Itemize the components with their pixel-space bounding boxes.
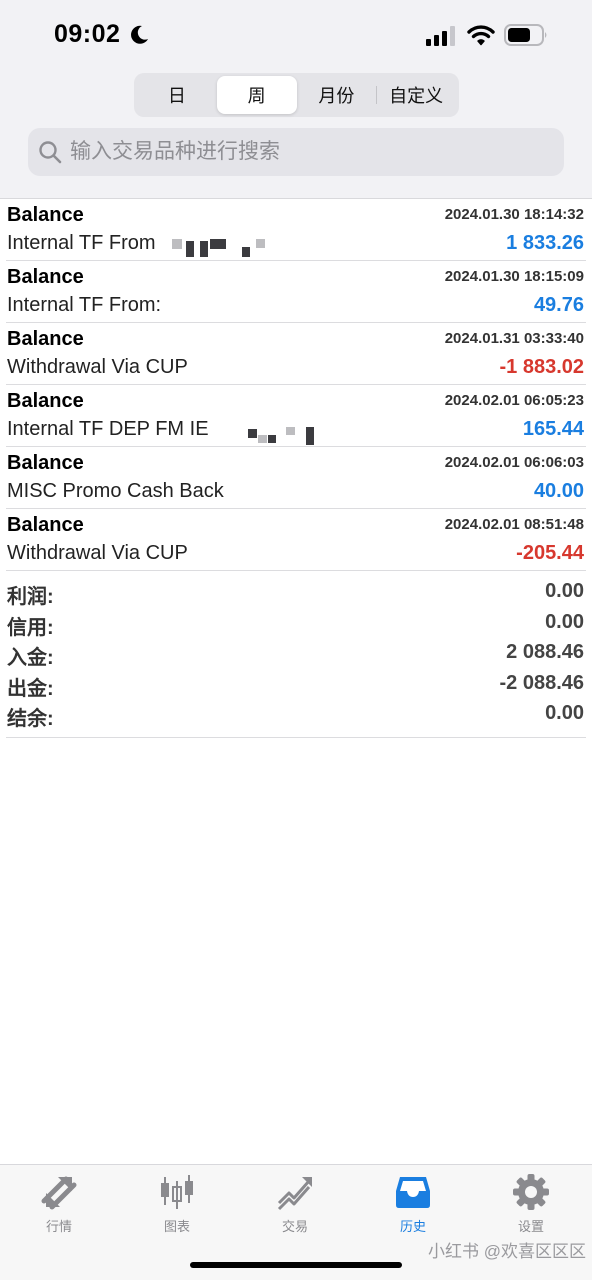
transaction-row[interactable]: Balance 2024.02.01 08:51:48 Withdrawal V… [6, 509, 586, 571]
summary-row-profit: 利润: 0.00 [6, 578, 586, 609]
summary-label: 结余: [7, 708, 54, 730]
transaction-row[interactable]: Balance 2024.01.30 18:14:32 Internal TF … [6, 199, 586, 261]
transaction-type: Balance [7, 204, 84, 226]
tab-chart[interactable]: 图表 [118, 1173, 236, 1235]
summary-value: 0.00 [545, 580, 584, 602]
transaction-row[interactable]: Balance 2024.01.31 03:33:40 Withdrawal V… [6, 323, 586, 385]
summary-label: 信用: [7, 616, 54, 639]
cellular-signal-icon [426, 26, 455, 46]
tab-quotes[interactable]: 行情 [0, 1173, 118, 1235]
summary-label: 出金: [7, 677, 54, 700]
history-inbox-icon [396, 1177, 430, 1208]
transaction-list: Balance 2024.01.30 18:14:32 Internal TF … [0, 198, 592, 571]
search-icon [39, 141, 62, 164]
tab-history[interactable]: 历史 [354, 1173, 472, 1235]
summary-row-withdrawal: 出金: -2 088.46 [6, 670, 586, 701]
account-summary: 利润: 0.00 信用: 0.00 入金: 2 088.46 出金: -2 08… [6, 578, 586, 738]
tab-label: 行情 [45, 1219, 72, 1234]
transaction-timestamp: 2024.02.01 08:51:48 [444, 516, 584, 533]
summary-value: 0.00 [545, 610, 584, 633]
transaction-timestamp: 2024.02.01 06:05:23 [444, 392, 584, 409]
search-bar [28, 128, 564, 176]
summary-label: 利润: [7, 586, 54, 608]
transaction-description: Withdrawal Via CUP [7, 542, 188, 564]
transaction-amount: 165.44 [522, 418, 584, 440]
watermark: 小红书 @欢喜区区区 [428, 1242, 586, 1261]
tab-label: 图表 [163, 1219, 190, 1234]
quotes-arrows-icon [41, 1176, 77, 1210]
candlestick-chart-icon [161, 1175, 193, 1209]
transaction-timestamp: 2024.01.30 18:15:09 [444, 268, 584, 285]
transaction-description: Internal TF From [7, 232, 156, 254]
transaction-type: Balance [7, 452, 84, 474]
header-area: 09:02 日 周 月份 自定义 [0, 0, 592, 198]
status-bar: 09:02 [0, 0, 592, 70]
transaction-type: Balance [7, 266, 84, 288]
home-indicator[interactable] [190, 1262, 402, 1268]
summary-row-balance: 结余: 0.00 [6, 700, 586, 731]
summary-row-deposit: 入金: 2 088.46 [6, 639, 586, 670]
period-tab-week[interactable]: 周 [216, 76, 297, 114]
tab-settings[interactable]: 设置 [472, 1173, 590, 1235]
transaction-row[interactable]: Balance 2024.02.01 06:05:23 Internal TF … [6, 385, 586, 447]
transaction-description: Internal TF From: [7, 294, 162, 316]
transaction-type: Balance [7, 514, 84, 536]
transaction-timestamp: 2024.01.30 18:14:32 [444, 206, 584, 223]
summary-value: 2 088.46 [506, 641, 584, 663]
transaction-description: Withdrawal Via CUP [7, 356, 188, 378]
transaction-type: Balance [7, 390, 84, 412]
summary-value: -2 088.46 [499, 671, 584, 694]
period-tab-custom[interactable]: 自定义 [376, 76, 456, 114]
gear-icon [513, 1174, 549, 1210]
tab-label: 设置 [517, 1219, 544, 1234]
period-tab-day[interactable]: 日 [137, 76, 217, 114]
transaction-amount: -1 883.02 [499, 356, 584, 378]
transaction-timestamp: 2024.01.31 03:33:40 [444, 330, 584, 347]
clock-time: 09:02 [54, 20, 121, 48]
trade-trend-icon [277, 1177, 312, 1211]
transaction-amount: 1 833.26 [506, 232, 584, 254]
transaction-row[interactable]: Balance 2024.01.30 18:15:09 Internal TF … [6, 261, 586, 323]
moon-icon [131, 25, 148, 44]
transaction-description: Internal TF DEP FM IE [7, 418, 209, 440]
wifi-icon [467, 25, 495, 46]
period-tab-month[interactable]: 月份 [297, 76, 377, 114]
transaction-description: MISC Promo Cash Back [7, 480, 224, 502]
transaction-amount: 49.76 [533, 294, 584, 316]
tab-trade[interactable]: 交易 [236, 1173, 354, 1235]
summary-label: 入金: [7, 647, 54, 669]
transaction-timestamp: 2024.02.01 06:06:03 [444, 454, 584, 471]
transaction-amount: 40.00 [533, 480, 584, 502]
battery-icon [504, 24, 547, 46]
summary-value: 0.00 [545, 702, 584, 724]
transaction-row[interactable]: Balance 2024.02.01 06:06:03 MISC Promo C… [6, 447, 586, 509]
transaction-type: Balance [7, 328, 84, 350]
tab-label: 交易 [281, 1219, 308, 1234]
period-segmented-control: 日 周 月份 自定义 [134, 73, 459, 117]
tab-label: 历史 [399, 1219, 426, 1234]
transaction-amount: -205.44 [516, 542, 584, 564]
search-input[interactable] [70, 128, 550, 176]
summary-row-credit: 信用: 0.00 [6, 609, 586, 640]
